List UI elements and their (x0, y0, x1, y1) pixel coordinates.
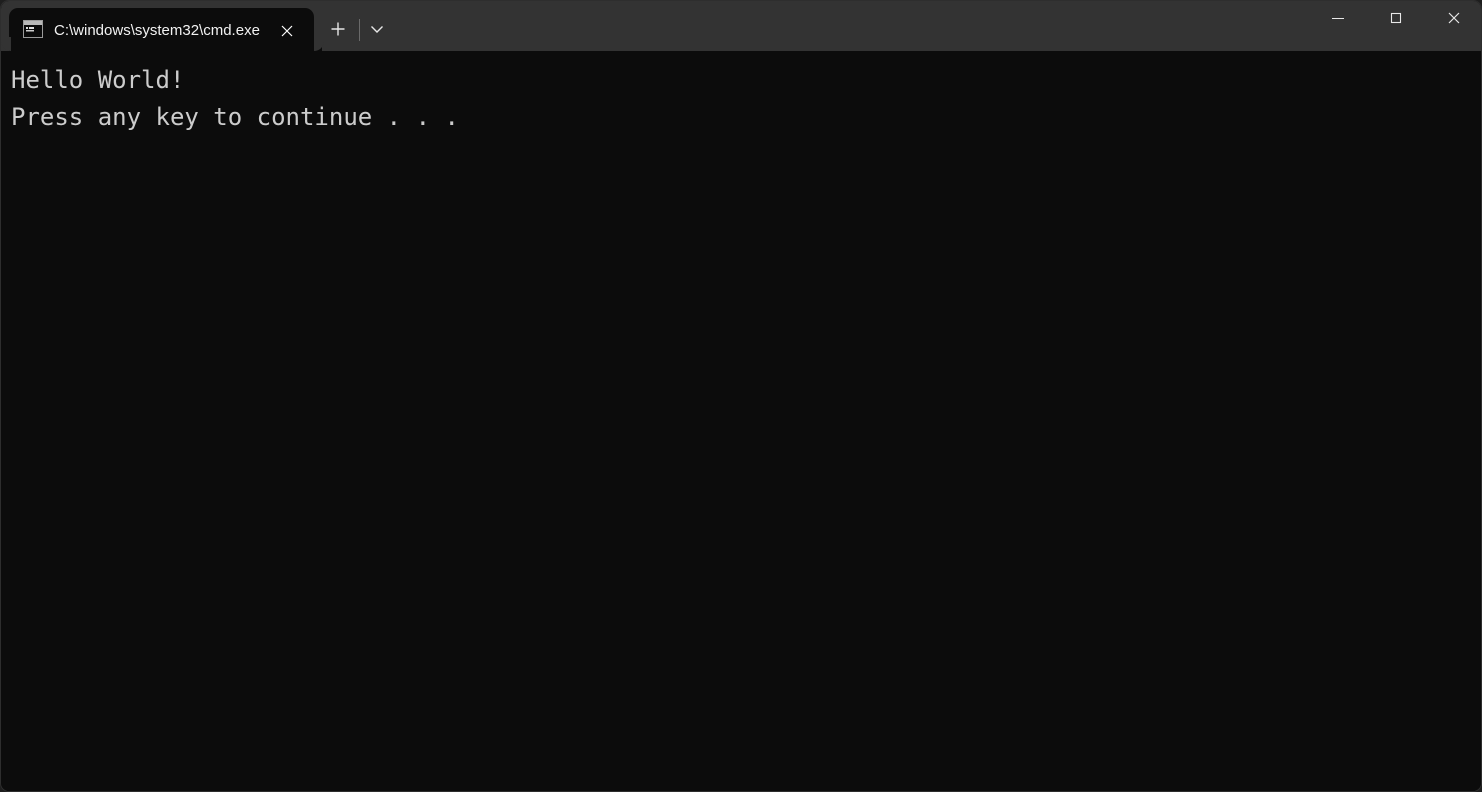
tab-close-icon[interactable] (271, 16, 303, 46)
window-minimize-button[interactable] (1315, 1, 1361, 34)
title-bar[interactable]: C:\windows\system32\cmd.exe (1, 1, 1481, 58)
tab-bar-separator (359, 19, 360, 41)
terminal-line: Hello World! (11, 66, 185, 94)
tab-cmd-exe[interactable]: C:\windows\system32\cmd.exe (9, 8, 322, 58)
terminal-line: Press any key to continue . . . (11, 103, 459, 131)
tab-mask-left (1, 37, 11, 51)
terminal-window: C:\windows\system32\cmd.exe Hello World!… (0, 0, 1482, 792)
tab-title-label: C:\windows\system32\cmd.exe (54, 22, 260, 39)
console-icon (23, 20, 43, 38)
new-tab-icon[interactable] (322, 15, 354, 43)
window-maximize-button[interactable] (1373, 1, 1419, 34)
window-close-button[interactable] (1431, 1, 1477, 34)
chevron-down-icon[interactable] (361, 15, 392, 43)
terminal-output-area[interactable]: Hello World! Press any key to continue .… (1, 51, 1481, 791)
